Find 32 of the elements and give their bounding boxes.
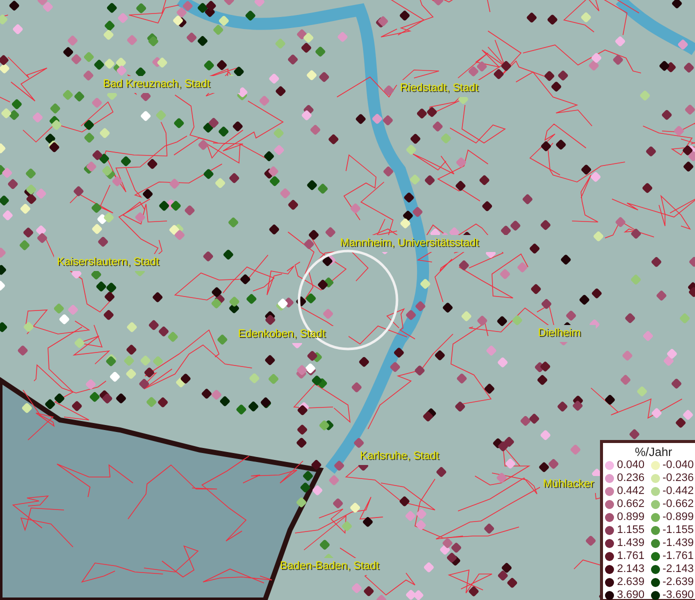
legend-value: -0.040 xyxy=(662,459,694,471)
place-label: Mannheim, Universitätsstadt xyxy=(340,237,479,249)
legend-value: 3.690 xyxy=(617,589,645,600)
legend-value: -0.442 xyxy=(662,485,694,497)
place-label: Edenkoben, Stadt xyxy=(238,328,326,340)
place-label: Karlsruhe, Stadt xyxy=(360,450,439,462)
legend-value: -3.690 xyxy=(662,589,694,600)
legend-value: -1.761 xyxy=(662,550,694,562)
legend-value: 1.155 xyxy=(617,524,645,536)
legend-value: 0.040 xyxy=(617,459,645,471)
legend-title: %/Jahr xyxy=(634,445,674,459)
legend-value: -1.155 xyxy=(662,524,694,536)
legend-value: 0.899 xyxy=(617,511,645,523)
legend-value: -0.236 xyxy=(662,472,694,484)
place-label: Riedstadt, Stadt xyxy=(400,82,478,94)
place-label: Kaiserslautern, Stadt xyxy=(57,256,160,268)
legend-value: -2.143 xyxy=(662,563,694,575)
legend-value: -0.662 xyxy=(662,498,694,510)
legend-value: 1.761 xyxy=(617,550,645,562)
legend-value: -1.439 xyxy=(662,537,694,549)
legend-value: 0.442 xyxy=(617,485,645,497)
legend-value: 0.662 xyxy=(617,498,645,510)
legend-value: -0.899 xyxy=(662,511,694,523)
place-label: Dielheim xyxy=(538,327,581,339)
place-label: Baden-Baden, Stadt xyxy=(280,560,380,572)
legend-value: 2.639 xyxy=(617,576,645,588)
legend-value: 2.143 xyxy=(617,563,645,575)
legend-value: 1.439 xyxy=(617,537,645,549)
legend-value: -2.639 xyxy=(662,576,694,588)
legend-value: 0.236 xyxy=(617,472,645,484)
place-label: Mühlacker xyxy=(543,478,594,490)
place-label: Bad Kreuznach, Stadt xyxy=(103,78,210,90)
